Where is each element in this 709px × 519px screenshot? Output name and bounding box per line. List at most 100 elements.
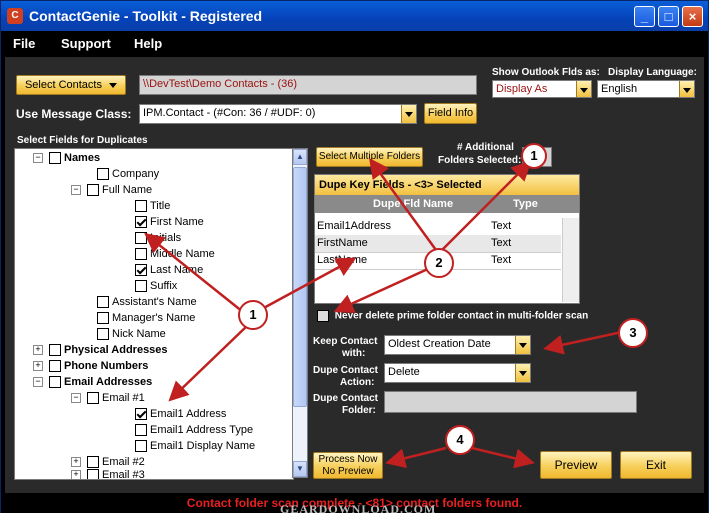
expand-icon[interactable]: + [71,470,81,479]
never-delete-option[interactable]: Never delete prime folder contact in mul… [317,310,588,322]
menu-help[interactable]: Help [134,36,162,51]
tree-item-email-1[interactable]: − Email #1 [71,392,145,408]
checkbox[interactable] [49,152,61,165]
checkbox[interactable] [49,376,61,389]
callout-badge: 3 [618,318,648,348]
tree-label: Email1 Address [150,408,227,420]
checkbox[interactable] [49,344,61,357]
chevron-down-icon[interactable] [679,81,694,97]
col-dupe-fld-name[interactable]: Dupe Fld Name [373,198,453,210]
checkbox[interactable] [87,469,99,479]
tree-item-phone-numbers[interactable]: + Phone Numbers [33,360,148,376]
exit-button[interactable]: Exit [620,451,692,479]
tree-item-managers-name[interactable]: Manager's Name [97,312,195,328]
checkbox[interactable] [97,312,109,325]
checkbox[interactable] [87,184,99,197]
checkbox[interactable] [135,232,147,245]
scroll-thumb[interactable] [293,167,307,407]
dupe-grid-title: Dupe Key Fields - <3> Selected [319,179,482,191]
keep-contact-select[interactable]: Oldest Creation Date [384,335,531,355]
dupe-action-select[interactable]: Delete [384,363,531,383]
tree-item-middle-name[interactable]: Middle Name [135,248,215,264]
chevron-down-icon[interactable] [515,364,530,382]
dupe-action-label-1: Dupe Contact [313,365,378,376]
menu-support[interactable]: Support [61,36,111,51]
checkbox[interactable] [87,392,99,405]
checkbox[interactable] [135,424,147,437]
dupe-grid-header: Dupe Key Fields - <3> Selected [315,175,579,195]
tree-item-email1-display-name[interactable]: Email1 Display Name [135,440,255,456]
process-now-button[interactable]: Process Now No Preview [313,452,383,479]
tree-label: Assistant's Name [112,296,197,308]
tree-item-nick-name[interactable]: Nick Name [97,328,166,344]
tree-item-last-name[interactable]: Last Name [135,264,203,280]
expand-icon[interactable]: + [33,361,43,372]
checkbox[interactable] [97,168,109,181]
checkbox[interactable] [97,296,109,309]
row-type: Text [491,220,512,232]
tree-item-first-name[interactable]: First Name [135,216,204,232]
tree-item-email1-address[interactable]: Email1 Address [135,408,226,424]
tree-item-initials[interactable]: Initials [135,232,181,248]
row-name: LastName [317,254,368,266]
message-class-select[interactable]: IPM.Contact - (#Con: 36 / #UDF: 0) [139,104,417,124]
collapse-icon[interactable]: − [71,185,81,196]
tree-label: Manager's Name [112,312,196,324]
dupe-key-grid[interactable]: Dupe Key Fields - <3> Selected Dupe Fld … [314,174,580,304]
chevron-down-icon[interactable] [401,105,416,123]
tree-label: Email #1 [102,392,145,404]
tree-scrollbar[interactable]: ▲ ▼ [292,148,308,478]
checkbox[interactable] [135,280,147,293]
expand-icon[interactable]: + [71,457,81,468]
tree-item-title[interactable]: Title [135,200,170,216]
tree-item-full-name[interactable]: − Full Name [71,184,152,200]
tree-item-assistants-name[interactable]: Assistant's Name [97,296,197,312]
select-multiple-folders-button[interactable]: Select Multiple Folders [316,147,423,167]
dupe-grid-columns: Dupe Fld Name Type [315,195,579,213]
collapse-icon[interactable]: − [71,393,81,404]
tree-label: Phone Numbers [64,360,149,372]
checkbox[interactable] [87,456,99,469]
field-info-button[interactable]: Field Info [424,103,477,124]
tree-item-physical-addresses[interactable]: + Physical Addresses [33,344,168,360]
language-select[interactable]: English [597,80,695,98]
table-row[interactable]: Email1Address Text [315,218,561,236]
scroll-up-icon[interactable]: ▲ [293,149,307,165]
collapse-icon[interactable]: − [33,377,43,388]
minimize-button[interactable]: _ [634,6,655,27]
checkbox[interactable] [135,200,147,213]
language-value: English [601,83,638,95]
tree-item-email-3[interactable]: + Email #3 [71,469,145,479]
checkbox[interactable] [49,360,61,373]
col-type[interactable]: Type [513,198,538,210]
additional-folders-label-1: # Additional [457,142,514,153]
tree-item-names[interactable]: − Names [33,152,100,168]
outlook-flds-select[interactable]: Display As [492,80,592,98]
close-button[interactable]: × [682,6,703,27]
checkbox[interactable] [135,408,147,421]
checkbox[interactable] [97,328,109,341]
tree-label: Title [150,200,171,212]
title-bar[interactable]: C ContactGenie - Toolkit - Registered _ … [1,1,708,31]
collapse-icon[interactable]: − [33,153,43,164]
preview-button[interactable]: Preview [540,451,612,479]
chevron-down-icon[interactable] [576,81,591,97]
maximize-button[interactable]: □ [658,6,679,27]
select-contacts-button[interactable]: Select Contacts [16,75,126,95]
checkbox[interactable] [135,264,147,277]
tree-item-company[interactable]: Company [97,168,159,184]
checkbox[interactable] [135,248,147,261]
expand-icon[interactable]: + [33,345,43,356]
grid-scrollbar[interactable] [562,218,579,302]
checkbox[interactable] [317,310,329,322]
scroll-down-icon[interactable]: ▼ [293,461,307,477]
checkbox[interactable] [135,216,147,229]
tree-item-email1-address-type[interactable]: Email1 Address Type [135,424,253,440]
tree-item-email-addresses[interactable]: − Email Addresses [33,376,152,392]
keep-contact-label-2: with: [342,348,366,359]
menu-file[interactable]: File [13,36,35,51]
dupe-action-value: Delete [388,366,420,378]
tree-item-suffix[interactable]: Suffix [135,280,177,296]
chevron-down-icon[interactable] [515,336,530,354]
checkbox[interactable] [135,440,147,453]
